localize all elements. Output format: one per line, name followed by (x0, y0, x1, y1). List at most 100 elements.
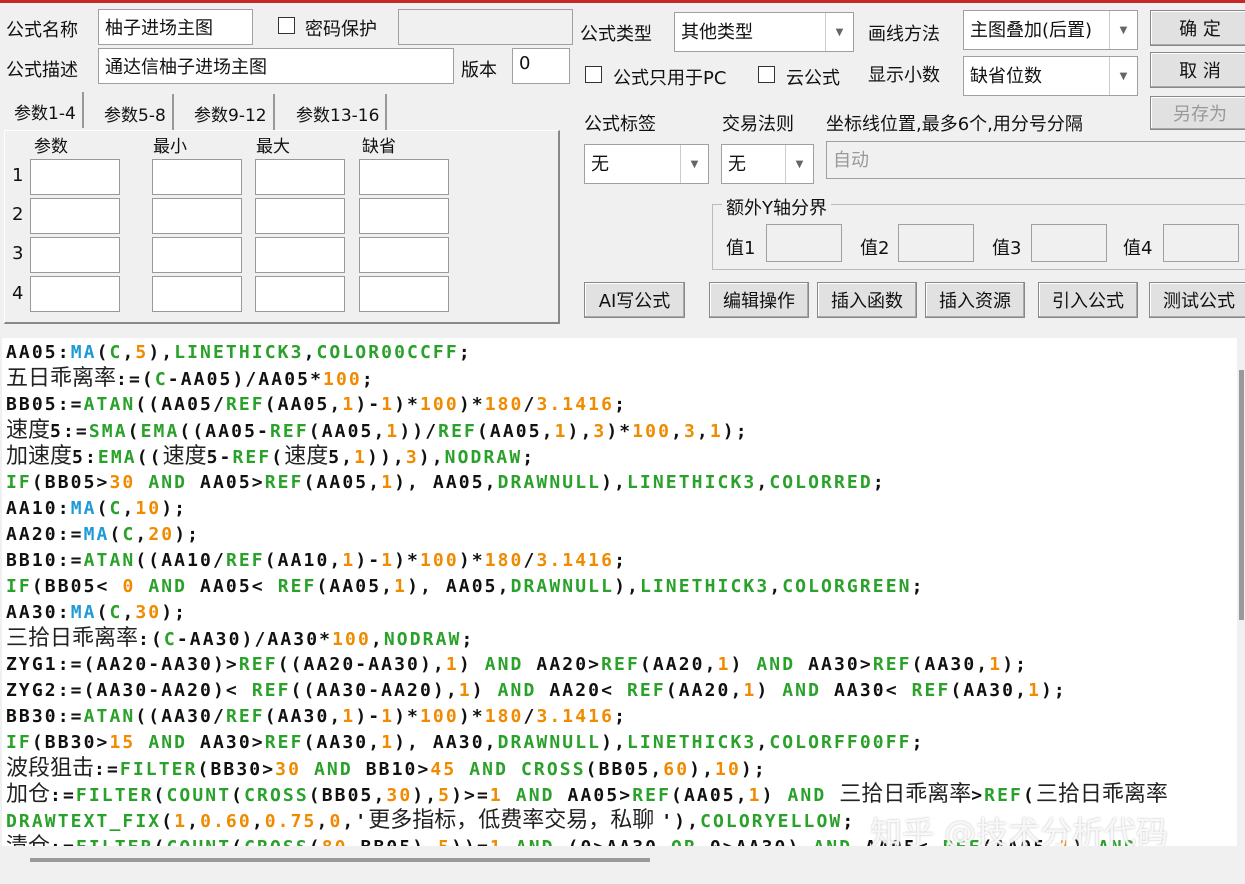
code-token: C (122, 524, 136, 545)
code-token: ATAN (83, 394, 136, 415)
code-token: 30 (135, 602, 162, 623)
y-value-1-input[interactable] (766, 224, 842, 262)
code-token: C (109, 498, 123, 519)
param-cell-r1-default[interactable] (359, 159, 449, 195)
code-editor[interactable]: AA05:MA(C,5),LINETHICK3,COLOR00CCFF; 五日乖离… (2, 338, 1237, 846)
y-value-2-input[interactable] (898, 224, 974, 262)
param-cell-r2-default[interactable] (359, 198, 449, 234)
code-token: ((AA30-AA20), (290, 680, 459, 701)
code-line: 速度5:=SMA(EMA((AA05-REF(AA05,1))/REF(AA05… (6, 418, 749, 445)
param-cell-r2-max[interactable] (255, 198, 345, 234)
horizontal-scrollbar[interactable] (30, 858, 650, 862)
code-token: ), (148, 342, 175, 363)
code-line: IF(BB05< 0 AND AA05< REF(AA05,1), AA05,D… (6, 574, 925, 600)
code-token: )* (458, 550, 485, 571)
code-token: 10 (715, 759, 741, 780)
decimal-select[interactable]: 缺省位数 ▼ (963, 56, 1138, 96)
tab-params-13-16[interactable]: 参数13-16 (290, 94, 388, 130)
code-token: ( (231, 837, 244, 846)
code-token: , (756, 472, 770, 493)
code-token: 清仓 (6, 834, 50, 846)
code-token: REF (438, 421, 477, 442)
code-token: (AA20, (665, 680, 744, 701)
y-value-3-input[interactable] (1031, 224, 1107, 262)
code-token: )* (394, 394, 420, 415)
ok-button[interactable]: 确 定 (1150, 10, 1245, 46)
edit-operation-button[interactable]: 编辑操作 (709, 282, 809, 318)
save-as-button[interactable]: 另存为 (1150, 96, 1245, 130)
code-token: ), (567, 421, 594, 442)
tab-params-1-4[interactable]: 参数1-4 (8, 92, 84, 128)
code-token: REF (632, 785, 672, 806)
code-token: AA05> (187, 472, 265, 493)
param-cell-r1-max[interactable] (255, 159, 345, 195)
code-token: , (122, 498, 136, 519)
code-token: ( (109, 524, 123, 545)
formula-tag-select[interactable]: 无 ▼ (584, 144, 709, 184)
code-token: 1 (554, 421, 568, 442)
code-token: ; (461, 629, 475, 650)
code-token: ( (96, 498, 110, 519)
test-formula-button[interactable]: 测试公式 (1149, 282, 1245, 318)
ai-write-formula-button[interactable]: AI写公式 (584, 282, 685, 318)
code-token: AA30: (6, 602, 71, 623)
tab-params-5-8[interactable]: 参数5-8 (98, 94, 174, 130)
code-token: AND (516, 837, 555, 846)
decimal-label: 显示小数 (868, 65, 940, 86)
code-token: 波段狙击 (6, 756, 95, 781)
password-input[interactable] (398, 9, 573, 45)
code-token: ); (722, 421, 749, 442)
chevron-down-icon: ▼ (1109, 11, 1137, 49)
code-token: 3 (683, 421, 697, 442)
formula-desc-input[interactable]: 通达信柚子进场主图 (98, 48, 454, 84)
axis-position-input[interactable]: 自动 (826, 141, 1245, 179)
param-cell-r3-name[interactable] (30, 237, 120, 273)
import-formula-button[interactable]: 引入公式 (1038, 282, 1138, 318)
param-cell-r4-name[interactable] (30, 276, 120, 312)
cloud-formula-checkbox[interactable] (758, 66, 775, 83)
param-cell-r4-default[interactable] (359, 276, 449, 312)
formula-type-select[interactable]: 其他类型 ▼ (674, 12, 854, 52)
trade-rule-select[interactable]: 无 ▼ (721, 144, 814, 184)
code-line: 加仓:=FILTER(COUNT(CROSS(BB05,30),5)>=1 AN… (6, 782, 1168, 809)
param-cell-r4-min[interactable] (152, 276, 242, 312)
code-line: AA20:=MA(C,20); (6, 522, 200, 548)
code-token: ) (761, 785, 788, 806)
param-cell-r3-max[interactable] (255, 237, 345, 273)
formula-name-input[interactable]: 柚子进场主图 (98, 9, 253, 45)
param-cell-r3-min[interactable] (152, 237, 242, 273)
code-token: EMA (140, 421, 180, 442)
code-token: 100 (332, 629, 371, 650)
param-cell-r3-default[interactable] (359, 237, 449, 273)
code-token: )- (355, 550, 382, 571)
tab-params-9-12[interactable]: 参数9-12 (188, 94, 275, 130)
param-header-max: 最大 (256, 137, 290, 157)
version-input[interactable]: 0 (512, 48, 570, 84)
pc-only-checkbox[interactable] (585, 66, 602, 83)
param-cell-r4-max[interactable] (255, 276, 345, 312)
chevron-down-icon: ▼ (825, 13, 853, 51)
param-cell-r1-name[interactable] (30, 159, 120, 195)
y-value-4-input[interactable] (1163, 224, 1239, 262)
insert-resource-button[interactable]: 插入资源 (925, 282, 1025, 318)
code-token: / (523, 550, 537, 571)
param-cell-r1-min[interactable] (152, 159, 242, 195)
param-cell-r2-name[interactable] (30, 198, 120, 234)
insert-function-button[interactable]: 插入函数 (817, 282, 917, 318)
vertical-scrollbar[interactable] (1239, 370, 1244, 620)
code-token: 1 (381, 732, 395, 753)
param-cell-r2-min[interactable] (152, 198, 242, 234)
code-line: BB30:=ATAN((AA30/REF(AA30,1)-1)*100)*180… (6, 704, 627, 730)
code-token: AA10: (6, 498, 71, 519)
password-protect-checkbox[interactable] (278, 17, 295, 34)
code-token: , (251, 811, 265, 832)
code-token: ((AA05- (179, 421, 270, 442)
code-token: , (187, 811, 201, 832)
code-token: ( (231, 785, 245, 806)
code-token: ( (96, 602, 110, 623)
param-header-default: 缺省 (362, 137, 396, 157)
draw-method-select[interactable]: 主图叠加(后置) ▼ (963, 10, 1138, 50)
code-token: (BB05> (31, 472, 110, 493)
cancel-button[interactable]: 取 消 (1150, 52, 1245, 88)
code-token: AND (787, 785, 827, 806)
